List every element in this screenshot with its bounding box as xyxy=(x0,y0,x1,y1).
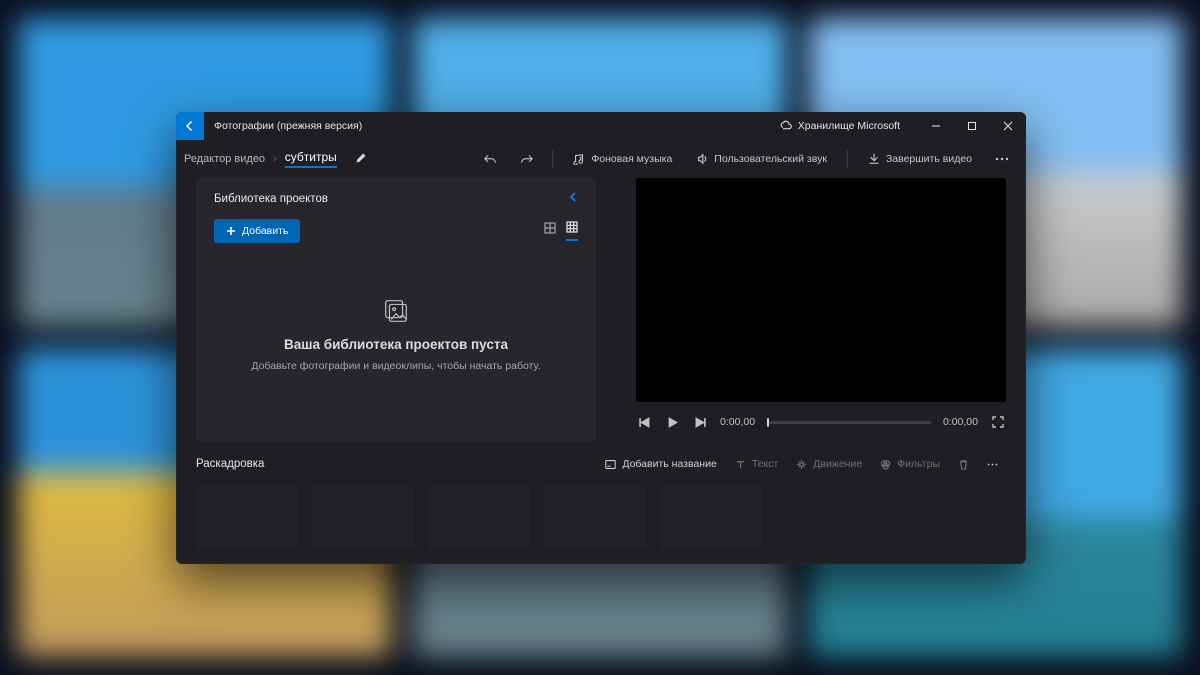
separator xyxy=(847,150,848,168)
window-controls xyxy=(918,112,1026,140)
finish-label: Завершить видео xyxy=(886,153,972,165)
library-title: Библиотека проектов xyxy=(214,193,328,205)
more-options-button[interactable] xyxy=(988,145,1016,173)
empty-subtitle: Добавьте фотографии и видеоклипы, чтобы … xyxy=(251,360,540,372)
finish-video-button[interactable]: Завершить видео xyxy=(860,145,980,173)
preview-panel: 0:00,00 0:00,00 xyxy=(636,178,1006,442)
view-grid-button[interactable] xyxy=(566,221,578,241)
close-button[interactable] xyxy=(990,112,1026,140)
total-time: 0:00,00 xyxy=(943,416,978,428)
storyboard-slot[interactable] xyxy=(196,486,298,548)
custom-audio-button[interactable]: Пользовательский звук xyxy=(688,145,835,173)
storyboard-more-button[interactable] xyxy=(979,452,1006,476)
empty-library-state: Ваша библиотека проектов пуста Добавьте … xyxy=(214,243,578,424)
delete-clip-button xyxy=(950,452,977,476)
filters-tool-button: Фильтры xyxy=(872,452,948,476)
cloud-icon xyxy=(780,119,792,134)
prev-frame-button[interactable] xyxy=(636,417,652,428)
video-preview[interactable] xyxy=(636,178,1006,402)
storyboard-slot[interactable] xyxy=(660,486,762,548)
add-title-label: Добавить название xyxy=(622,458,716,470)
add-title-card-button[interactable]: Добавить название xyxy=(597,452,724,476)
motion-tool-button: Движение xyxy=(788,452,870,476)
storyboard-slot[interactable] xyxy=(312,486,414,548)
add-label: Добавить xyxy=(242,225,288,237)
motion-label: Движение xyxy=(813,458,862,470)
empty-title: Ваша библиотека проектов пуста xyxy=(284,337,508,352)
titlebar: Фотографии (прежняя версия) Хранилище Mi… xyxy=(176,112,1026,140)
edit-name-button[interactable] xyxy=(355,152,367,167)
project-library-panel: Библиотека проектов Добавить xyxy=(196,178,596,442)
undo-button[interactable] xyxy=(476,145,504,173)
add-media-button[interactable]: Добавить xyxy=(214,219,300,243)
project-name[interactable]: субтитры xyxy=(285,150,337,168)
back-button[interactable] xyxy=(176,112,204,140)
playback-controls: 0:00,00 0:00,00 xyxy=(636,402,1006,442)
background-music-button[interactable]: Фоновая музыка xyxy=(565,145,680,173)
storyboard-panel: Раскадровка Добавить название Текст Движ… xyxy=(176,442,1026,564)
text-label: Текст xyxy=(752,458,778,470)
redo-button[interactable] xyxy=(512,145,540,173)
seek-bar[interactable] xyxy=(767,421,931,424)
current-time: 0:00,00 xyxy=(720,416,755,428)
toolbar: Редактор видео › субтитры Фоновая музыка… xyxy=(176,140,1026,178)
minimize-button[interactable] xyxy=(918,112,954,140)
storyboard-tools: Добавить название Текст Движение Фильтры xyxy=(597,452,1006,476)
cloud-label: Хранилище Microsoft xyxy=(798,120,900,132)
separator xyxy=(552,150,553,168)
app-title: Фотографии (прежняя версия) xyxy=(214,120,362,132)
next-frame-button[interactable] xyxy=(692,417,708,428)
text-tool-button: Текст xyxy=(727,452,786,476)
chevron-right-icon: › xyxy=(273,153,277,165)
maximize-button[interactable] xyxy=(954,112,990,140)
custom-audio-label: Пользовательский звук xyxy=(714,153,827,165)
breadcrumb-root[interactable]: Редактор видео xyxy=(184,153,265,165)
fullscreen-button[interactable] xyxy=(990,416,1006,428)
view-toggle xyxy=(544,221,578,241)
storyboard-slot[interactable] xyxy=(544,486,646,548)
bg-music-label: Фоновая музыка xyxy=(591,153,672,165)
view-large-button[interactable] xyxy=(544,222,556,240)
images-icon xyxy=(381,296,411,329)
storyboard-slots xyxy=(196,486,1006,548)
storyboard-slot[interactable] xyxy=(428,486,530,548)
filters-label: Фильтры xyxy=(897,458,940,470)
cloud-storage-button[interactable]: Хранилище Microsoft xyxy=(780,119,900,134)
storyboard-title: Раскадровка xyxy=(196,458,264,470)
app-window: Фотографии (прежняя версия) Хранилище Mi… xyxy=(176,112,1026,564)
main-body: Библиотека проектов Добавить xyxy=(176,178,1026,442)
play-button[interactable] xyxy=(664,417,680,428)
collapse-library-button[interactable] xyxy=(568,192,578,205)
